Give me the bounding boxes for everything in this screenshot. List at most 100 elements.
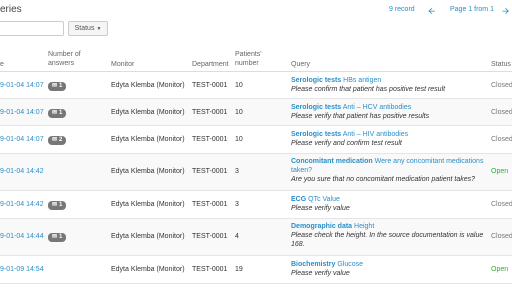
- status-text: Closed: [491, 201, 512, 208]
- date-link[interactable]: 9-01-04 14:07: [0, 81, 44, 90]
- status-text: Open: [491, 168, 509, 175]
- column-header-department[interactable]: Department: [192, 60, 229, 69]
- page-indicator: Page 1 from 1: [450, 6, 494, 13]
- answers-badge: ✉ 1: [48, 81, 67, 91]
- date-link[interactable]: 9-01-04 14:42: [0, 200, 44, 209]
- patient-number: 3: [235, 168, 239, 175]
- query-text: Please confirm that patient has positive…: [291, 86, 446, 93]
- record-count: 9 record: [389, 6, 415, 13]
- monitor-name: Edyta Klemba (Monitor): [111, 82, 185, 89]
- query-subject-link[interactable]: Height: [354, 223, 374, 230]
- column-header-answers[interactable]: Number of answers: [48, 50, 88, 68]
- department: TEST-0001: [192, 109, 228, 116]
- query-subject-link[interactable]: Glucose: [337, 261, 363, 268]
- query-cell: Biochemistry Glucose Please verify value: [291, 260, 486, 278]
- chevron-down-icon: ▼: [96, 25, 102, 32]
- answers-badge-wrap: ✉ 2: [48, 135, 67, 145]
- monitor-name: Edyta Klemba (Monitor): [111, 168, 185, 175]
- patient-number: 10: [235, 136, 243, 143]
- status-text: Closed: [491, 233, 512, 240]
- arrow-left-icon[interactable]: 🡨: [428, 4, 435, 20]
- query-subject-link[interactable]: HBs antigen: [343, 77, 381, 84]
- query-subject-link[interactable]: Anti – HIV antibodies: [343, 131, 408, 138]
- column-header-patient[interactable]: Patients' number: [235, 50, 269, 68]
- query-cell: Serologic tests Anti – HCV antibodies Pl…: [291, 103, 486, 121]
- page-title: eries: [0, 4, 22, 15]
- query-cell: Demographic data Height Please check the…: [291, 222, 486, 249]
- search-input[interactable]: [0, 21, 64, 36]
- department: TEST-0001: [192, 266, 228, 273]
- envelope-icon: ✉: [52, 137, 58, 143]
- patient-number: 3: [235, 201, 239, 208]
- query-text: Please verify and confirm test result: [291, 140, 402, 147]
- table-row[interactable]: 9-01-04 14:07 ✉ 2 Edyta Klemba (Monitor) …: [0, 126, 512, 154]
- monitor-name: Edyta Klemba (Monitor): [111, 109, 185, 116]
- monitor-name: Edyta Klemba (Monitor): [111, 136, 185, 143]
- column-header-query[interactable]: Query: [291, 60, 310, 69]
- date-link[interactable]: 9-01-04 14:42: [0, 167, 44, 176]
- query-type-link[interactable]: ECG: [291, 196, 306, 203]
- table-row[interactable]: 9-01-04 14:42 Edyta Klemba (Monitor) TES…: [0, 154, 512, 191]
- status-filter-label: Status: [74, 25, 95, 32]
- monitor-name: Edyta Klemba (Monitor): [111, 266, 185, 273]
- answers-count: 1: [59, 109, 63, 116]
- query-type-link[interactable]: Serologic tests: [291, 104, 341, 111]
- date-link[interactable]: 9-01-04 14:44: [0, 232, 44, 241]
- answers-count: 1: [59, 233, 63, 240]
- table-row[interactable]: 9-01-04 14:42 ✉ 1 Edyta Klemba (Monitor) …: [0, 191, 512, 219]
- table-row[interactable]: 9-01-04 14:07 ✉ 1 Edyta Klemba (Monitor) …: [0, 99, 512, 126]
- answers-badge: ✉ 1: [48, 200, 67, 210]
- status-text: Closed: [491, 109, 512, 116]
- query-type-link[interactable]: Serologic tests: [291, 77, 341, 84]
- answers-count: 1: [59, 82, 63, 89]
- date-link[interactable]: 9-01-09 14:54: [0, 265, 44, 274]
- answers-badge: ✉ 1: [48, 108, 67, 118]
- answers-badge-wrap: ✉ 1: [48, 81, 67, 91]
- department: TEST-0001: [192, 201, 228, 208]
- answers-badge-wrap: ✉ 1: [48, 200, 67, 210]
- date-link[interactable]: 9-01-04 14:07: [0, 135, 44, 144]
- patient-number: 10: [235, 82, 243, 89]
- query-cell: Concomitant medication Were any concomit…: [291, 157, 486, 184]
- query-cell: Serologic tests HBs antigen Please confi…: [291, 76, 486, 94]
- patient-number: 10: [235, 109, 243, 116]
- query-cell: ECG QTc Value Please verify value: [291, 195, 486, 213]
- monitor-name: Edyta Klemba (Monitor): [111, 233, 185, 240]
- column-header-status[interactable]: Status: [491, 60, 511, 69]
- query-type-link[interactable]: Serologic tests: [291, 131, 341, 138]
- query-text: Are you sure that no concomitant medicat…: [291, 176, 476, 183]
- query-text: Please verify value: [291, 270, 350, 277]
- query-type-link[interactable]: Demographic data: [291, 223, 352, 230]
- query-type-link[interactable]: Biochemistry: [291, 261, 335, 268]
- answers-badge-wrap: ✉ 1: [48, 108, 67, 118]
- patient-number: 19: [235, 266, 243, 273]
- answers-count: 2: [59, 136, 63, 143]
- envelope-icon: ✉: [52, 83, 58, 89]
- status-text: Closed: [491, 82, 512, 89]
- date-link[interactable]: 9-01-04 14:07: [0, 108, 44, 117]
- table-row[interactable]: 9-01-09 14:54 Edyta Klemba (Monitor) TES…: [0, 256, 512, 284]
- department: TEST-0001: [192, 233, 228, 240]
- query-subject-link[interactable]: Anti – HCV antibodies: [343, 104, 411, 111]
- query-text: Please verify value: [291, 205, 350, 212]
- query-cell: Serologic tests Anti – HIV antibodies Pl…: [291, 130, 486, 148]
- department: TEST-0001: [192, 136, 228, 143]
- table-row[interactable]: 9-01-04 14:44 ✉ 1 Edyta Klemba (Monitor) …: [0, 219, 512, 256]
- answers-badge-wrap: ✉ 1: [48, 232, 67, 242]
- query-type-link[interactable]: Concomitant medication: [291, 158, 373, 165]
- department: TEST-0001: [192, 82, 228, 89]
- answers-count: 1: [59, 201, 63, 208]
- table-row[interactable]: 9-01-04 14:07 ✉ 1 Edyta Klemba (Monitor) …: [0, 72, 512, 99]
- answers-badge: ✉ 2: [48, 135, 67, 145]
- query-text: Please check the height. In the source d…: [291, 232, 484, 248]
- status-filter-button[interactable]: Status ▼: [68, 21, 108, 36]
- query-subject-link[interactable]: QTc Value: [308, 196, 340, 203]
- envelope-icon: ✉: [52, 110, 58, 116]
- patient-number: 4: [235, 233, 239, 240]
- arrow-right-icon[interactable]: 🡪: [502, 4, 509, 20]
- column-header-monitor[interactable]: Monitor: [111, 60, 134, 69]
- department: TEST-0001: [192, 168, 228, 175]
- answers-badge: ✉ 1: [48, 232, 67, 242]
- column-header-date[interactable]: e: [0, 60, 4, 69]
- query-text: Please verify that patient has positive …: [291, 113, 430, 120]
